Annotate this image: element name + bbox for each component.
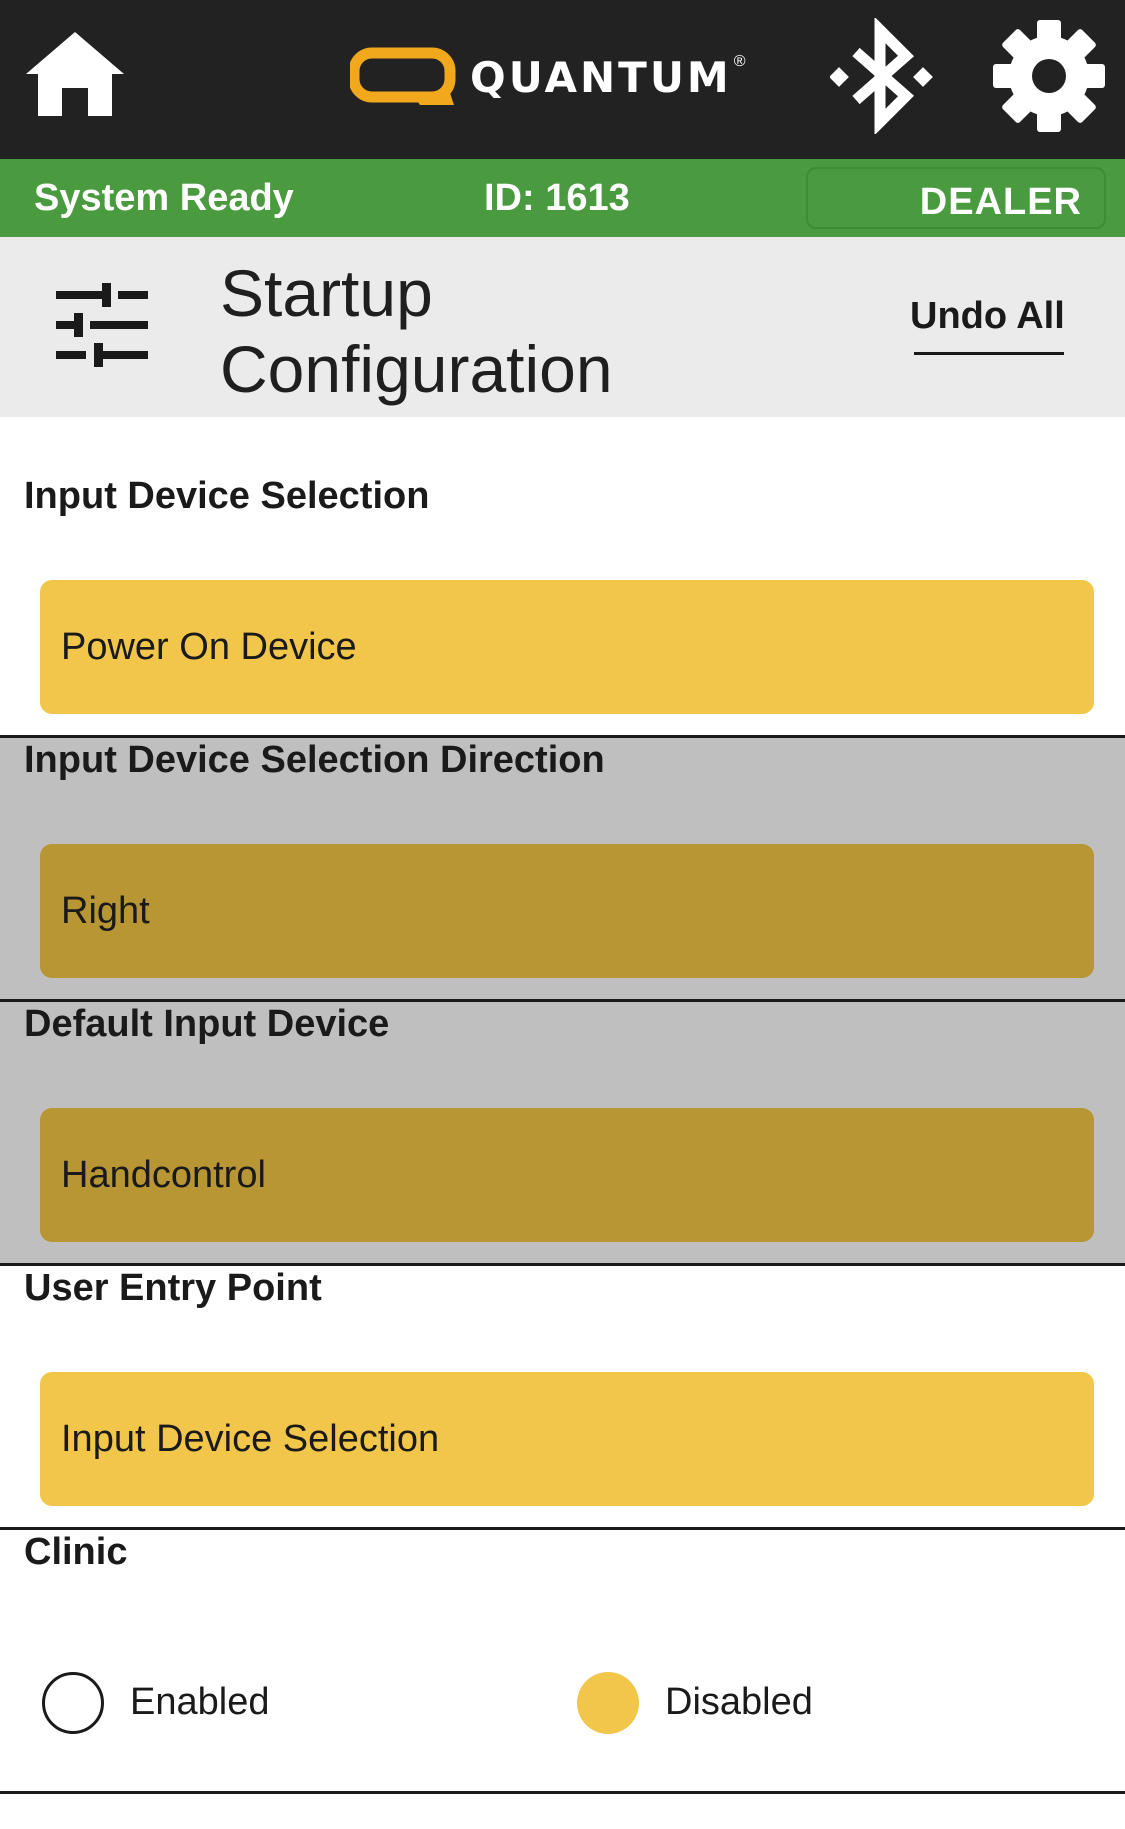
- section-label: Input Device Selection: [24, 475, 430, 517]
- dealer-label: DEALER: [919, 181, 1082, 223]
- select-value: Power On Device: [61, 626, 357, 668]
- registered-mark: ®: [733, 53, 746, 70]
- divider: [0, 1791, 1125, 1794]
- section-label: User Entry Point: [24, 1267, 322, 1309]
- select-value: Handcontrol: [61, 1154, 266, 1196]
- section-label: Default Input Device: [24, 1003, 390, 1045]
- section-clinic: Clinic Enabled Disabled: [0, 1530, 1125, 1794]
- logo-text: QUANTUM: [470, 52, 732, 102]
- top-bar: QUANTUM ®: [0, 0, 1125, 159]
- undo-all-button[interactable]: Undo All: [910, 295, 1065, 338]
- gear-icon[interactable]: [993, 18, 1105, 134]
- select-value: Input Device Selection: [61, 1418, 440, 1460]
- section-default-input-device: Default Input Device Handcontrol: [0, 1002, 1125, 1265]
- clinic-disabled-radio[interactable]: [577, 1672, 639, 1734]
- select-value: Right: [61, 890, 150, 932]
- section-label: Input Device Selection Direction: [24, 739, 605, 781]
- page-title: Startup Configuration: [220, 256, 613, 406]
- device-id: ID: 1613: [484, 177, 630, 219]
- quantum-logo: QUANTUM ®: [350, 47, 746, 107]
- input-device-direction-button[interactable]: Right: [40, 844, 1094, 978]
- dealer-badge[interactable]: DEALER: [806, 167, 1106, 229]
- sliders-icon: [56, 283, 148, 367]
- quantum-q-icon: [350, 47, 456, 105]
- clinic-enabled-radio[interactable]: [42, 1672, 104, 1734]
- radio-label-disabled: Disabled: [665, 1681, 813, 1723]
- section-input-device-selection: Input Device Selection Power On Device: [0, 417, 1125, 714]
- status-bar: System Ready ID: 1613 DEALER: [0, 159, 1125, 237]
- title-bar: Startup Configuration Undo All: [0, 237, 1125, 417]
- section-label: Clinic: [24, 1531, 128, 1573]
- radio-label-enabled: Enabled: [130, 1681, 270, 1723]
- section-input-device-selection-direction: Input Device Selection Direction Right: [0, 738, 1125, 1001]
- system-status: System Ready: [34, 177, 294, 219]
- bluetooth-icon[interactable]: [830, 18, 934, 134]
- user-entry-point-button[interactable]: Input Device Selection: [40, 1372, 1094, 1506]
- input-device-selection-button[interactable]: Power On Device: [40, 580, 1094, 714]
- home-icon[interactable]: [24, 30, 126, 118]
- undo-underline: [914, 352, 1064, 355]
- default-input-device-button[interactable]: Handcontrol: [40, 1108, 1094, 1242]
- section-user-entry-point: User Entry Point Input Device Selection: [0, 1266, 1125, 1529]
